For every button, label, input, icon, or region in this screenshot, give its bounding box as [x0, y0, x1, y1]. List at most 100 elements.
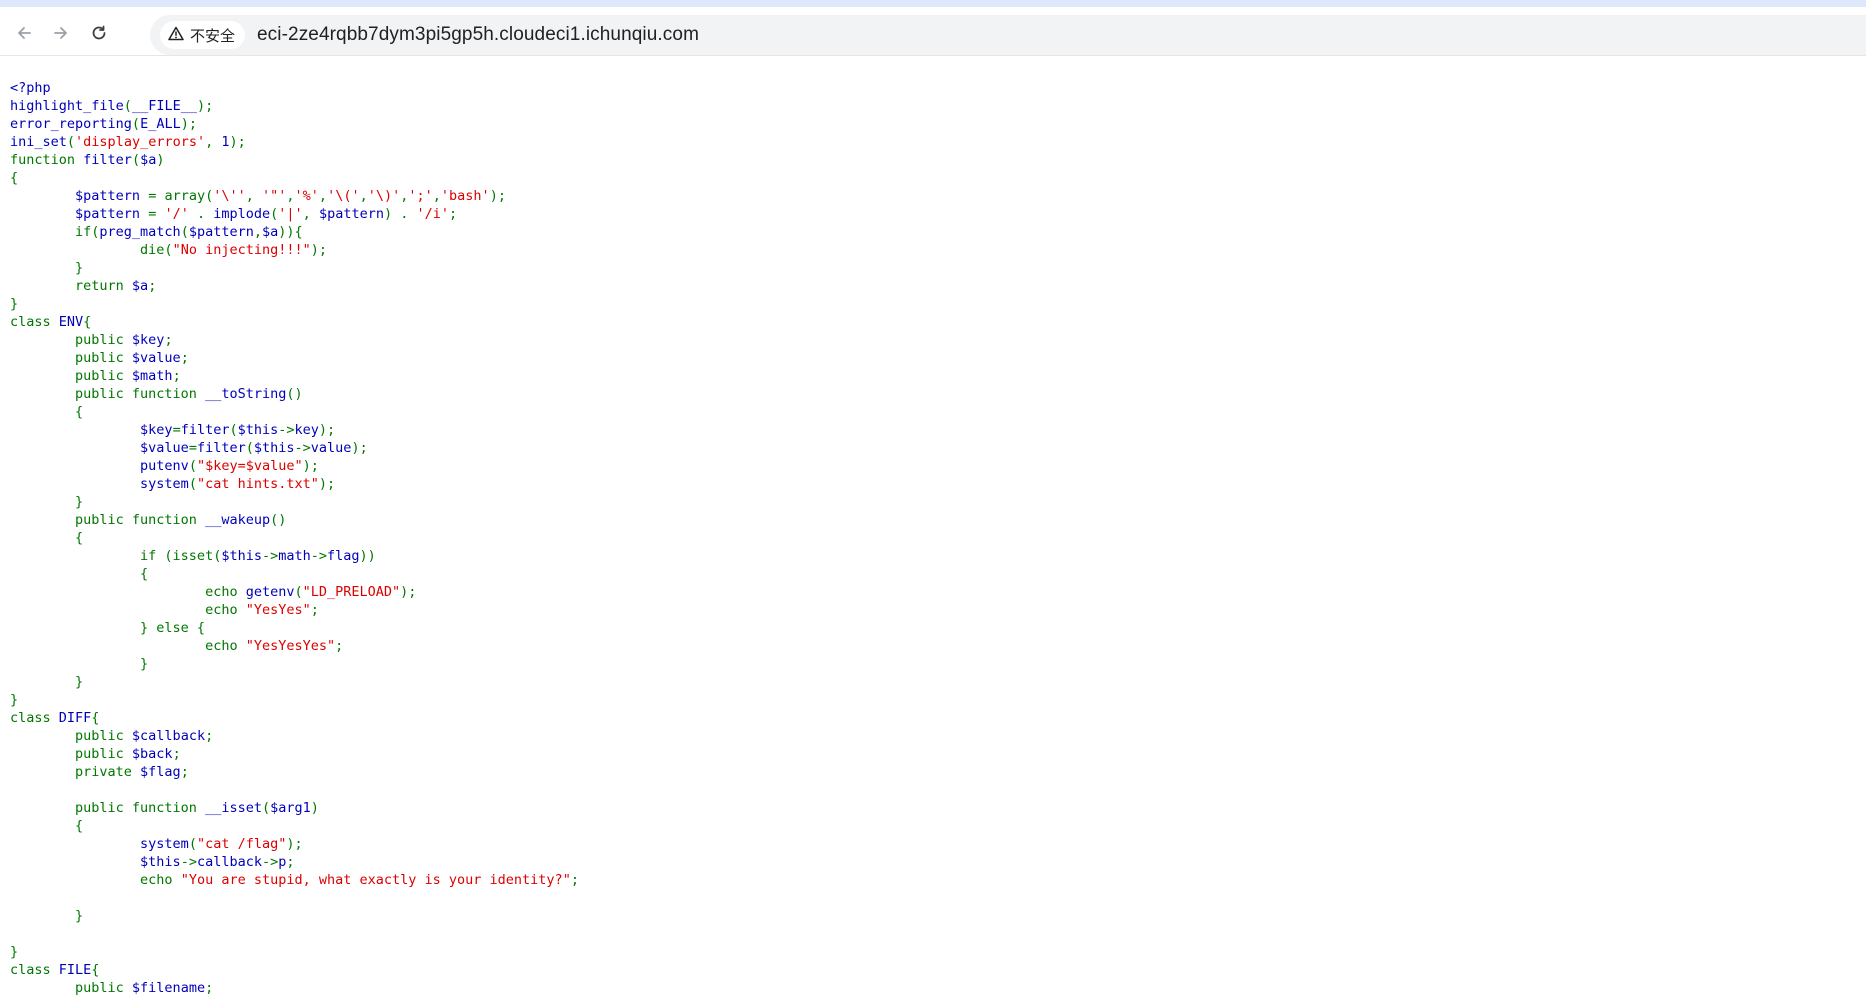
code-token: public function: [10, 512, 206, 528]
code-token: FILE: [58, 962, 92, 978]
code-token: );: [286, 836, 303, 852]
code-token: return: [10, 278, 132, 294]
code-token: system: [140, 836, 189, 852]
code-token: )): [359, 548, 376, 564]
code-token: );: [180, 116, 197, 132]
code-line: public $key;: [10, 331, 579, 349]
url-text[interactable]: eci-2ze4rqbb7dym3pi5gp5h.cloudeci1.ichun…: [257, 24, 699, 46]
reload-button[interactable]: [85, 19, 113, 47]
code-token: '"': [262, 188, 287, 204]
code-line: public $filename;: [10, 979, 579, 997]
code-token: $flag: [140, 764, 181, 780]
code-token: math: [278, 548, 311, 564]
code-token: ,: [205, 134, 222, 150]
code-line: public function __wakeup(): [10, 511, 579, 529]
code-line: $pattern = '/' . implode('|', $pattern) …: [10, 205, 579, 223]
code-token: "YesYesYes": [245, 638, 336, 654]
code-token: {: [10, 170, 19, 186]
code-token: highlight_file: [10, 98, 124, 114]
code-line: if(preg_match($pattern,$a)){: [10, 223, 579, 241]
forward-button[interactable]: [47, 19, 75, 47]
code-line: {: [10, 817, 579, 835]
code-token: =: [188, 440, 197, 456]
code-token: }: [10, 656, 149, 672]
code-token: {: [83, 314, 92, 330]
code-token: =: [148, 206, 165, 222]
code-token: "cat hints.txt": [196, 476, 319, 492]
php-source-code: <?php highlight_file(__FILE__); error_repo…: [10, 79, 579, 997]
code-token: ): [310, 800, 319, 816]
code-line: $this->callback->p;: [10, 853, 579, 871]
code-line: $key=filter($this->key);: [10, 421, 579, 439]
code-token: (: [294, 584, 303, 600]
code-token: class: [10, 962, 59, 978]
code-token: if (isset(: [10, 548, 222, 564]
code-line: class ENV{: [10, 313, 579, 331]
security-label: 不安全: [190, 27, 236, 45]
code-line: $value=filter($this->value);: [10, 439, 579, 457]
code-token: ;: [172, 368, 181, 384]
code-token: __FILE__: [131, 98, 197, 114]
code-line: ini_set('display_errors', 1);: [10, 133, 579, 151]
security-chip[interactable]: 不安全: [160, 21, 246, 49]
code-token: .: [188, 206, 214, 222]
code-line: function filter($a): [10, 151, 579, 169]
code-token: $a: [140, 152, 157, 168]
code-token: } else {: [10, 620, 206, 636]
code-token: }: [10, 260, 84, 276]
code-token: ;: [335, 638, 344, 654]
code-token: '\'': [213, 188, 246, 204]
code-token: $this: [221, 548, 262, 564]
code-token: {: [10, 404, 84, 420]
back-arrow-icon: [15, 24, 33, 42]
code-token: ) .: [383, 206, 417, 222]
code-token: {: [91, 710, 100, 726]
code-token: $this: [140, 854, 181, 870]
code-token: filter: [83, 152, 132, 168]
code-token: __isset: [205, 800, 262, 816]
code-token: {: [91, 962, 100, 978]
code-token: ';': [408, 188, 433, 204]
code-token: '|': [278, 206, 303, 222]
code-token: );: [196, 98, 214, 114]
code-token: system: [140, 476, 189, 492]
back-button[interactable]: [10, 19, 38, 47]
code-token: __wakeup: [205, 512, 271, 528]
code-token: if(: [10, 224, 100, 240]
code-token: ini_set: [10, 134, 67, 150]
code-line: public function __isset($arg1): [10, 799, 579, 817]
code-token: }: [10, 296, 19, 312]
reload-icon: [90, 24, 108, 42]
code-token: (: [245, 440, 254, 456]
code-token: error_reporting: [10, 116, 132, 132]
code-token: (: [229, 422, 238, 438]
code-token: $pattern: [188, 224, 254, 240]
code-token: $a: [262, 224, 279, 240]
address-bar[interactable]: 不安全 eci-2ze4rqbb7dym3pi5gp5h.cloudeci1.i…: [150, 15, 1866, 55]
code-token: filter: [196, 440, 246, 456]
code-line: class DIFF{: [10, 709, 579, 727]
code-token: ;: [172, 746, 181, 762]
code-token: ->: [294, 440, 311, 456]
code-token: =: [172, 422, 181, 438]
code-line: private $flag;: [10, 763, 579, 781]
code-token: (: [123, 98, 132, 114]
code-token: }: [10, 674, 84, 690]
code-token: (: [66, 134, 76, 150]
code-line: highlight_file(__FILE__);: [10, 97, 579, 115]
code-token: {: [10, 530, 84, 546]
code-token: }: [10, 944, 19, 960]
code-line: return $a;: [10, 277, 579, 295]
code-token: ,: [253, 224, 262, 240]
code-token: getenv: [245, 584, 295, 600]
code-line: {: [10, 169, 579, 187]
code-token: $value: [140, 440, 189, 456]
browser-toolbar: 不安全 eci-2ze4rqbb7dym3pi5gp5h.cloudeci1.i…: [0, 7, 1866, 56]
code-token: );: [229, 134, 246, 150]
code-token: );: [302, 458, 319, 474]
code-token: }: [10, 908, 84, 924]
code-token: (: [261, 800, 271, 816]
